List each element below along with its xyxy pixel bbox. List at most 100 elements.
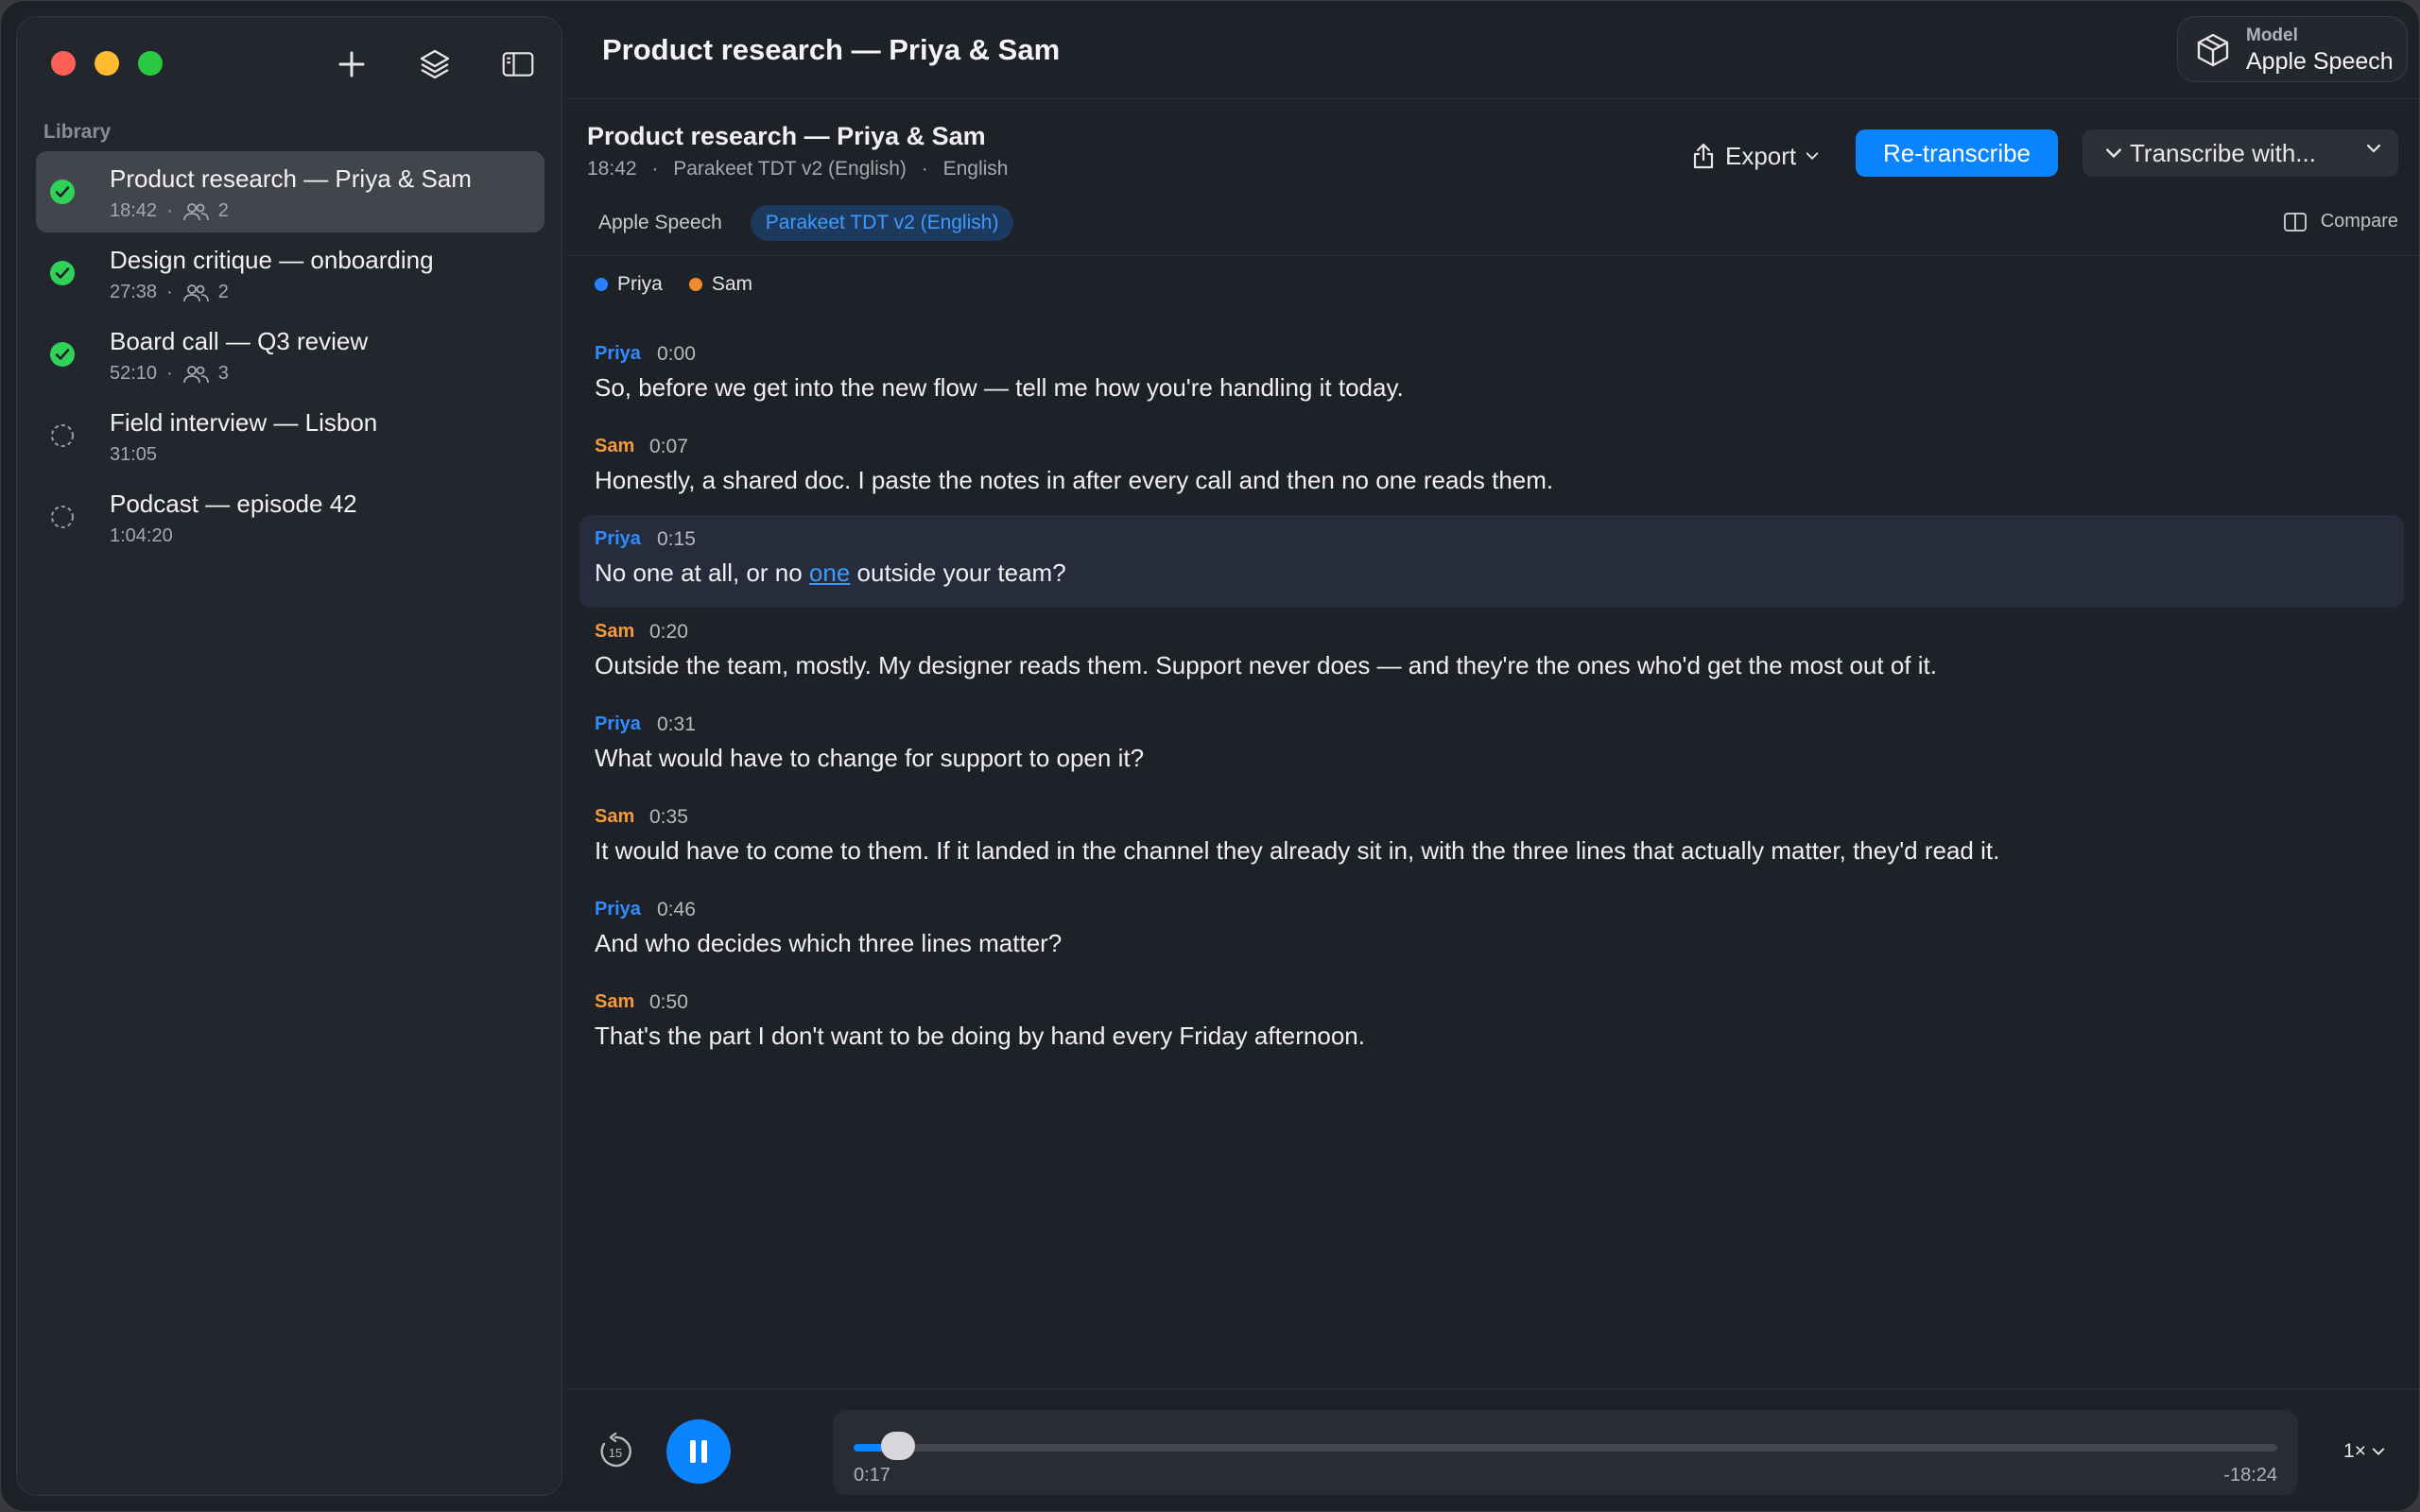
chevron-down-icon <box>1806 152 1819 160</box>
legend-item-sam: Sam <box>688 273 752 296</box>
dashed-circle-icon <box>51 424 74 447</box>
meta-separator: · <box>166 282 173 302</box>
recording-list-item[interactable]: Field interview — Lisbon 31:05 <box>36 395 544 476</box>
recording-list-item[interactable]: Product research — Priya & Sam 18:42 · 2 <box>36 151 544 232</box>
transcript-segment[interactable]: Priya 0:31 What would have to change for s… <box>579 700 2404 793</box>
recording-meta: 18:42 · 2 <box>110 200 229 222</box>
meta-separator: · <box>651 158 659 180</box>
checkmark-circle-icon <box>50 261 75 285</box>
recording-duration: 52:10 <box>110 363 158 384</box>
checkmark-circle-icon <box>50 342 75 367</box>
pause-button[interactable] <box>666 1419 731 1484</box>
segment-timestamp[interactable]: 0:00 <box>657 343 696 366</box>
speaker-name: Priya <box>595 528 641 549</box>
transcript-segment[interactable]: Priya 0:15 No one at all, or no one outsid… <box>579 515 2404 608</box>
export-button[interactable]: Export <box>1691 133 1819 179</box>
re-transcribe-button[interactable]: Re-transcribe <box>1856 129 2058 177</box>
segment-text: No one at all, or no one outside your te… <box>595 558 1066 588</box>
speaker-count: 2 <box>217 282 229 302</box>
segment-timestamp[interactable]: 0:31 <box>657 713 696 736</box>
current-time: 0:17 <box>854 1465 890 1486</box>
sidebar-toggle-button[interactable] <box>499 45 537 83</box>
window-title: Product research — Priya & Sam <box>602 33 1061 66</box>
new-recording-button[interactable] <box>333 45 371 83</box>
recording-title: Product research — Priya & Sam <box>587 122 986 150</box>
tab-parakeet[interactable]: Parakeet TDT v2 (English) <box>750 205 1014 241</box>
window-controls <box>51 51 163 76</box>
recording-title: Field interview — Lisbon <box>110 408 378 437</box>
segment-timestamp[interactable]: 0:46 <box>657 899 696 921</box>
legend-label: Priya <box>617 273 663 295</box>
transcript-tabs: Apple Speech Parakeet TDT v2 (English) <box>583 205 1014 241</box>
recording-duration: 27:38 <box>110 282 158 302</box>
progress-track[interactable] <box>854 1432 2277 1460</box>
zoom-window-button[interactable] <box>138 51 163 76</box>
legend-item-priya: Priya <box>595 273 663 296</box>
layers-button[interactable] <box>416 45 454 83</box>
plus-icon <box>338 51 365 77</box>
layers-icon <box>420 49 450 79</box>
segment-timestamp[interactable]: 0:07 <box>649 436 688 458</box>
transcript-segment[interactable]: Sam 0:20 Outside the team, mostly. My desi… <box>579 608 2404 700</box>
sidebar-toggle-icon <box>502 52 534 77</box>
speaker-name: Sam <box>595 621 635 642</box>
close-window-button[interactable] <box>51 51 76 76</box>
scrubber: 0:17 -18:24 <box>833 1410 2298 1495</box>
recording-language: English <box>942 158 1009 180</box>
meta-separator: · <box>166 363 173 384</box>
transcribe-with-button[interactable]: Transcribe with... <box>2083 129 2398 177</box>
checkmark-circle-icon <box>50 180 75 204</box>
minimize-window-button[interactable] <box>95 51 119 76</box>
people-icon <box>182 365 209 383</box>
dashed-circle-icon <box>51 506 74 528</box>
transcript-segment[interactable]: Sam 0:35 It would have to come to them. If… <box>579 793 2404 885</box>
recording-meta: 18:42 · Parakeet TDT v2 (English) · Engl… <box>587 158 1009 180</box>
segment-timestamp[interactable]: 0:35 <box>649 806 688 829</box>
recording-duration: 18:42 <box>587 158 637 180</box>
speaker-name: Priya <box>595 899 641 919</box>
speaker-name: Sam <box>595 806 635 827</box>
recording-duration: 1:04:20 <box>110 525 173 546</box>
current-word[interactable]: one <box>809 558 850 587</box>
speaker-count: 2 <box>217 200 229 221</box>
library-label: Library <box>43 121 112 143</box>
main-pane: Product research — Priya & Sam Model App… <box>566 1 2419 1511</box>
speaker-name: Priya <box>595 713 641 734</box>
speaker-name: Sam <box>595 436 635 456</box>
playback-speed-button[interactable]: 1× <box>2343 1440 2385 1463</box>
segment-timestamp[interactable]: 0:50 <box>649 991 688 1014</box>
title-bar: Product research — Priya & Sam Model App… <box>566 1 2419 99</box>
segment-timestamp[interactable]: 0:20 <box>649 621 688 644</box>
compare-label: Compare <box>2320 211 2398 232</box>
cube-icon <box>2197 33 2229 67</box>
chevron-down-icon <box>2366 144 2381 153</box>
recording-list-item[interactable]: Podcast — episode 42 1:04:20 <box>36 476 544 558</box>
segment-text-part: outside your team? <box>850 558 1066 587</box>
segment-text: It would have to come to them. If it lan… <box>595 836 2000 865</box>
speaker-count: 3 <box>217 363 229 384</box>
player-bar: 15 15 0:17 -18:24 1× <box>566 1388 2419 1511</box>
segment-text: So, before we get into the new flow — te… <box>595 373 1404 402</box>
transcript-segment[interactable]: Priya 0:00 So, before we get into the new … <box>579 330 2404 422</box>
speaker-swatch <box>688 278 702 291</box>
pause-icon <box>690 1440 707 1463</box>
transcript-segment[interactable]: Sam 0:50 That's the part I don't want to b… <box>579 978 2404 1071</box>
meta-separator: · <box>921 158 928 180</box>
transcript-segment[interactable]: Sam 0:07 Honestly, a shared doc. I paste t… <box>579 422 2404 515</box>
segment-text-part: No one at all, or no <box>595 558 809 587</box>
remaining-time: -18:24 <box>2223 1465 2277 1486</box>
segment-text: What would have to change for support to… <box>595 744 1145 772</box>
recording-list-item[interactable]: Board call — Q3 review 52:10 · 3 <box>36 314 544 395</box>
transcript-segment[interactable]: Priya 0:46 And who decides which three lin… <box>579 885 2404 978</box>
tab-apple-speech[interactable]: Apple Speech <box>583 205 737 241</box>
transcript: Priya 0:00 So, before we get into the new … <box>579 330 2404 1071</box>
transcribe-with-label: Transcribe with... <box>2130 138 2316 167</box>
app-window: Library Product research — Priya & Sam 18… <box>0 0 2420 1512</box>
model-picker[interactable]: Model Apple Speech <box>2177 16 2408 82</box>
skip-back-icon[interactable]: 15 <box>595 1431 636 1472</box>
playhead-handle[interactable] <box>880 1432 915 1460</box>
segment-timestamp[interactable]: 0:15 <box>657 528 696 551</box>
recording-list-item[interactable]: Design critique — onboarding 27:38 · 2 <box>36 232 544 314</box>
compare-button[interactable]: Compare <box>2283 211 2398 232</box>
speaker-swatch <box>595 278 608 291</box>
